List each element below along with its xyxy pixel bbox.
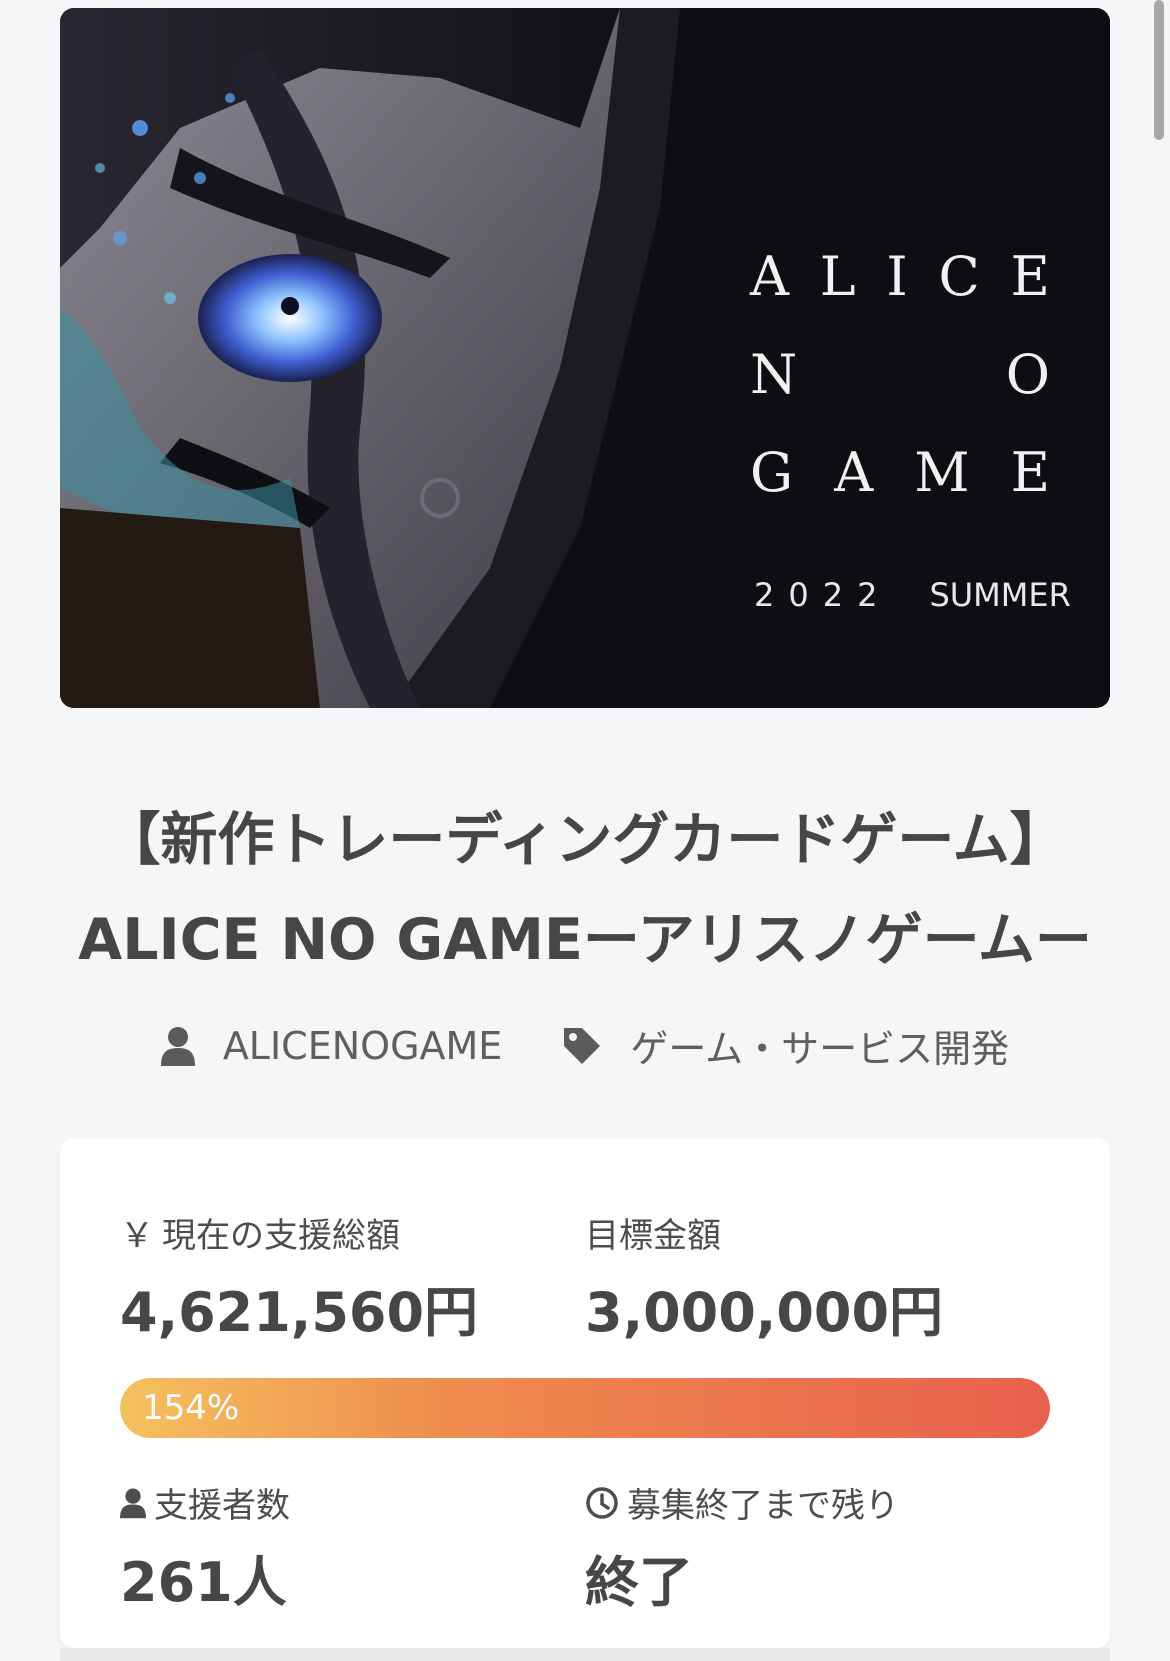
user-icon <box>160 1026 195 1066</box>
hero-letter: N <box>750 343 798 406</box>
owner-name: ALICENOGAME <box>222 1023 503 1068</box>
category-link[interactable]: ゲーム・サービス開発 <box>562 1018 1009 1073</box>
goal-label-text: 目標金額 <box>585 1216 721 1256</box>
project-title: 【新作トレーディングカードゲーム】 ALICE NO GAMEーアリスノゲームー <box>60 790 1110 990</box>
hero-letter: A <box>834 441 874 504</box>
user-icon <box>120 1487 146 1518</box>
current-total-label-text: 現在の支援総額 <box>162 1216 400 1256</box>
project-title-line-2: ALICE NO GAMEーアリスノゲームー <box>78 907 1092 973</box>
project-meta: ALICENOGAME ゲーム・サービス開発 <box>60 1018 1110 1073</box>
backers-label-text: 支援者数 <box>154 1486 290 1526</box>
clock-icon <box>586 1486 618 1519</box>
card-bottom-edge <box>60 1648 1110 1661</box>
project-title-line-1: 【新作トレーディングカードゲーム】 <box>103 807 1067 873</box>
hero-letter: E <box>1010 441 1050 504</box>
hero-letter: O <box>1005 343 1050 406</box>
category-name: ゲーム・サービス開発 <box>630 1027 1010 1071</box>
hero-letter: L <box>819 245 856 308</box>
progress-text: 154% <box>142 1388 240 1428</box>
hero-letter: E <box>1010 245 1050 308</box>
hero-letter: C <box>938 245 980 308</box>
goal-label: 目標金額 <box>585 1208 721 1257</box>
current-total-value: 4,621,560円 <box>120 1281 479 1344</box>
hero-image: A L I C E N O G A M E 2022 SUMMER <box>60 8 1110 708</box>
backers-value: 261人 <box>120 1551 287 1614</box>
owner-link[interactable]: ALICENOGAME <box>160 1023 503 1068</box>
funding-stats-card: ￥ 現在の支援総額 4,621,560円 目標金額 3,000,000円 154… <box>60 1138 1110 1648</box>
hero-letter: A <box>750 245 789 308</box>
hero-subtitle: 2022 SUMMER <box>754 576 1071 614</box>
hero-year: 2022 <box>754 576 892 614</box>
remaining-value: 終了 <box>585 1551 693 1614</box>
hero-letter: G <box>750 441 794 504</box>
progress-fill <box>120 1378 1050 1438</box>
hero-title-line-1: A L I C E <box>750 228 1050 326</box>
tag-icon <box>564 1027 601 1064</box>
goal-value: 3,000,000円 <box>585 1281 944 1344</box>
yen-icon: ￥ <box>120 1216 154 1256</box>
remaining-label: 募集終了まで残り <box>585 1478 899 1527</box>
progress-bar: 154% <box>120 1378 1050 1438</box>
scrollbar[interactable] <box>1154 0 1164 140</box>
hero-title-line-3: G A M E <box>750 424 1050 522</box>
remaining-label-text: 募集終了まで残り <box>627 1486 899 1526</box>
backers-label: 支援者数 <box>120 1478 290 1527</box>
hero-season: SUMMER <box>929 576 1071 614</box>
hero-letter: I <box>886 245 908 308</box>
current-total-label: ￥ 現在の支援総額 <box>120 1208 400 1257</box>
hero-title: A L I C E N O G A M E <box>750 228 1050 522</box>
hero-letter: M <box>914 441 970 504</box>
hero-title-line-2: N O <box>750 326 1050 424</box>
